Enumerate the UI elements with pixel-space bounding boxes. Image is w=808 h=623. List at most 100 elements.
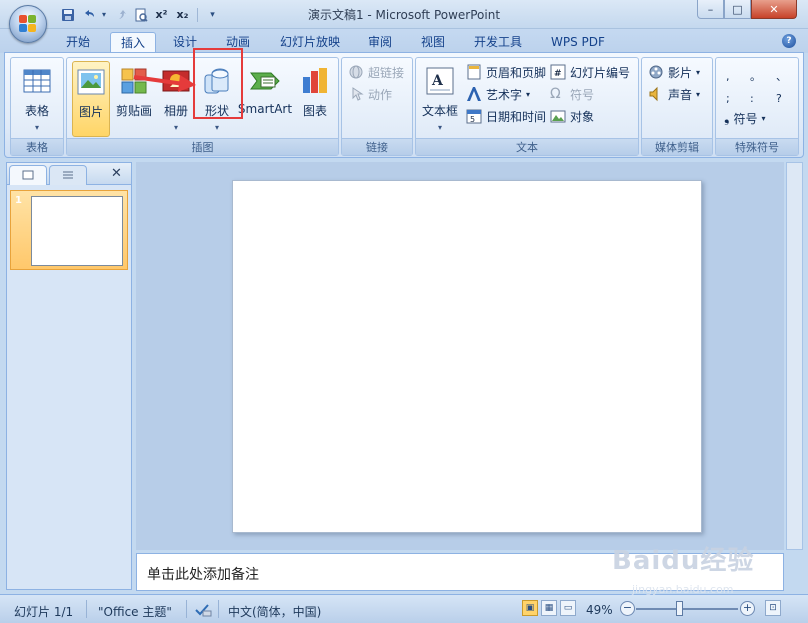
vertical-scrollbar[interactable]: [786, 162, 803, 550]
symbol-char-comma[interactable]: ,: [726, 66, 730, 86]
svg-text:#: #: [554, 69, 562, 79]
zoom-in-icon[interactable]: +: [740, 601, 755, 616]
maximize-button[interactable]: □: [724, 0, 751, 19]
status-theme: "Office 主题": [98, 605, 172, 619]
minimize-button[interactable]: –: [697, 0, 724, 19]
clipart-label: 剪贴画: [115, 104, 152, 118]
sound-button[interactable]: 声音 ▾: [648, 84, 700, 104]
window-title: 演示文稿1 - Microsoft PowerPoint: [307, 8, 501, 22]
photo-album-label: 相册: [163, 104, 188, 118]
tab-slideshow[interactable]: 幻灯片放映: [270, 32, 350, 53]
picture-label: 图片: [78, 105, 103, 119]
zoom-slider[interactable]: [636, 608, 738, 610]
smartart-label: SmartArt: [237, 102, 293, 116]
tab-review[interactable]: 审阅: [358, 32, 402, 53]
symbol-char-semicolon[interactable]: ;: [726, 88, 730, 108]
omega-icon: Ω: [550, 86, 561, 102]
chevron-down-icon: ▾: [696, 67, 701, 77]
header-footer-label: 页眉和页脚: [486, 65, 547, 80]
smartart-button[interactable]: SmartArt: [237, 61, 293, 137]
chevron-down-icon: ▾: [761, 113, 766, 123]
movie-button[interactable]: 影片 ▾: [648, 62, 700, 82]
symbol-char-period[interactable]: 。: [750, 66, 761, 86]
group-media-label: 媒体剪辑: [642, 138, 712, 155]
slides-pane-tabs: ✕: [7, 163, 131, 185]
spell-check-icon[interactable]: [194, 603, 212, 620]
notes-placeholder: 单击此处添加备注: [147, 567, 259, 583]
tab-slides[interactable]: [9, 165, 47, 185]
header-footer-button[interactable]: 页眉和页脚: [466, 62, 546, 82]
group-links-label: 链接: [342, 138, 412, 155]
group-text-label: 文本: [416, 138, 638, 155]
datetime-label: 日期和时间: [486, 109, 547, 124]
ribbon: 表格 ▾ 表格 图片 剪贴画 相册 ▾ 形状 ▾ SmartArt 图表 插图 …: [4, 52, 804, 158]
tab-developer[interactable]: 开发工具: [464, 32, 532, 53]
help-icon[interactable]: ?: [782, 34, 796, 48]
close-pane-icon[interactable]: ✕: [111, 166, 122, 181]
chevron-down-icon: ▾: [214, 123, 219, 132]
zoom-out-icon[interactable]: −: [620, 601, 635, 616]
baidu-watermark-url: jingyan.baidu.com: [632, 583, 734, 596]
wordart-button[interactable]: 艺术字 ▾: [466, 84, 530, 104]
slide-canvas[interactable]: [232, 180, 702, 533]
status-separator: [86, 600, 87, 618]
tab-outline[interactable]: [49, 165, 87, 185]
picture-button[interactable]: 图片: [72, 61, 110, 137]
zoom-slider-thumb[interactable]: [676, 601, 684, 616]
tab-home[interactable]: 开始: [56, 32, 100, 53]
action-icon: [348, 86, 364, 102]
wordart-icon: [466, 86, 482, 102]
slide-number-icon: #: [550, 64, 566, 80]
chevron-down-icon: ▾: [34, 123, 39, 132]
group-special-symbols-label: 特殊符号: [716, 138, 798, 155]
status-slide-count: 幻灯片 1/1: [14, 605, 74, 619]
symbol-char-question[interactable]: ?: [776, 88, 782, 108]
group-links: 超链接 动作 链接: [341, 57, 413, 156]
status-bar: 幻灯片 1/1 "Office 主题" 中文(简体，中国) ▣ ▦ ▭ 49% …: [0, 594, 808, 623]
title-bar: ▾ x² x₂ ▾ 演示文稿1 - Microsoft PowerPoint –…: [0, 0, 808, 29]
smartart-icon: [249, 65, 281, 97]
tab-view[interactable]: 视图: [411, 32, 455, 53]
slide-number-button[interactable]: # 幻灯片编号: [550, 62, 630, 82]
chevron-down-icon: ▾: [437, 123, 442, 132]
svg-text:A: A: [431, 73, 444, 89]
datetime-button[interactable]: 5 日期和时间: [466, 106, 546, 126]
special-symbol-button[interactable]: ❟ 符号 ▾: [724, 108, 766, 128]
slide-thumbnail: [31, 196, 123, 266]
symbol-char-enumeration-comma[interactable]: 、: [776, 66, 787, 86]
normal-view-icon[interactable]: ▣: [522, 600, 538, 616]
status-language[interactable]: 中文(简体，中国): [228, 603, 321, 620]
slide-sorter-view-icon[interactable]: ▦: [541, 600, 557, 616]
close-button[interactable]: ✕: [751, 0, 797, 19]
symbol-label: 符号: [570, 87, 595, 102]
special-symbol-label: 符号: [733, 111, 758, 126]
chart-button[interactable]: 图表: [295, 61, 335, 137]
speaker-icon: [648, 86, 664, 102]
fit-to-window-icon[interactable]: ⊡: [765, 600, 781, 616]
symbol-button[interactable]: Ω 符号: [550, 84, 594, 104]
tab-insert[interactable]: 插入: [110, 32, 157, 54]
action-button[interactable]: 动作: [348, 84, 392, 104]
chevron-down-icon: ▾: [526, 89, 531, 99]
status-separator: [218, 600, 219, 618]
slideshow-view-icon[interactable]: ▭: [560, 600, 576, 616]
zoom-level[interactable]: 49%: [586, 603, 613, 617]
header-footer-icon: [466, 64, 482, 80]
red-arrow-icon: [133, 75, 196, 92]
film-reel-icon: [648, 64, 664, 80]
office-button[interactable]: [9, 5, 47, 43]
symbol-char-colon[interactable]: :: [750, 88, 754, 108]
hyperlink-button[interactable]: 超链接: [348, 62, 404, 82]
textbox-button[interactable]: A 文本框 ▾: [419, 61, 461, 137]
wordart-label: 艺术字: [486, 87, 523, 102]
chart-label: 图表: [302, 104, 327, 118]
group-special-symbols: , 。 、 ; : ? ❟ 符号 ▾ 特殊符号: [715, 57, 799, 156]
tab-wps-pdf[interactable]: WPS PDF: [541, 32, 615, 53]
table-button[interactable]: 表格 ▾: [13, 61, 61, 137]
textbox-label: 文本框: [421, 104, 458, 118]
object-button[interactable]: 对象: [550, 106, 594, 126]
textbox-icon: A: [424, 65, 456, 97]
highlight-box: [193, 48, 243, 119]
slide-thumbnail-selected[interactable]: 1: [10, 190, 128, 270]
table-label: 表格: [24, 104, 49, 118]
